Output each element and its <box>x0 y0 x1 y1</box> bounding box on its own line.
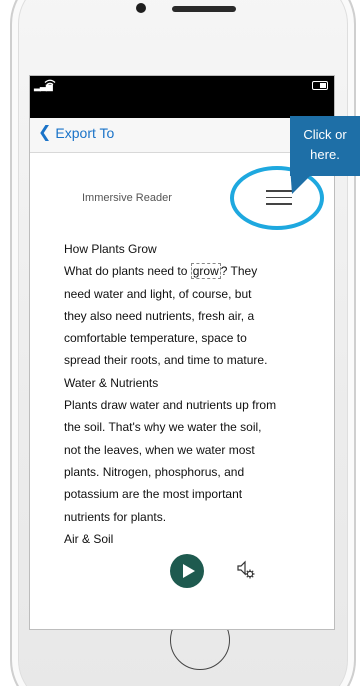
reader-text: How Plants Grow What do plants need to g… <box>64 238 324 550</box>
text-line: potassium are the most important <box>64 487 243 502</box>
text-line: the soil. That's why we water the soil, <box>64 420 262 435</box>
callout-box: Click or here. <box>290 116 360 176</box>
navigation-bar: ❮ Export To <box>30 118 334 153</box>
callout-line: here. <box>310 147 340 162</box>
text-line: comfortable temperature, space to <box>64 331 247 346</box>
callout-line: Click or <box>303 127 347 142</box>
status-bar: ▂▃▅ <box>30 76 334 118</box>
play-button[interactable] <box>170 554 204 588</box>
stage: ▂▃▅ ❮ Export To Immersive Reader How Pla… <box>0 0 360 686</box>
chevron-left-icon: ❮ <box>38 124 52 141</box>
back-button[interactable]: ❮ Export To <box>38 124 115 142</box>
text-line: How Plants Grow <box>64 242 157 256</box>
earpiece-speaker <box>172 6 236 12</box>
wifi-icon <box>44 79 56 89</box>
back-button-label: Export To <box>55 125 115 141</box>
reader-title: Immersive Reader <box>82 192 172 204</box>
text-line: What do plants need to grow? They <box>64 260 324 282</box>
text-line: Water & Nutrients <box>64 375 159 390</box>
text-line: not the leaves, when we water most <box>64 442 255 457</box>
highlighted-word[interactable]: grow <box>190 263 221 280</box>
text-line: Air & Soil <box>64 531 114 546</box>
battery-icon <box>312 81 328 90</box>
text-line: plants. Nitrogen, phosphorus, and <box>64 464 245 479</box>
text-line: spread their roots, and time to mature. <box>64 353 268 368</box>
text-line: need water and light, of course, but <box>64 286 252 301</box>
voice-settings-icon[interactable] <box>236 559 256 581</box>
front-camera <box>136 3 146 13</box>
text-line: Plants draw water and nutrients up from <box>64 398 277 413</box>
text-segment: What do plants need to <box>64 264 191 279</box>
text-line: nutrients for plants. <box>64 509 167 524</box>
text-line: they also need nutrients, fresh air, a <box>64 308 255 323</box>
text-segment: ? They <box>220 264 258 279</box>
